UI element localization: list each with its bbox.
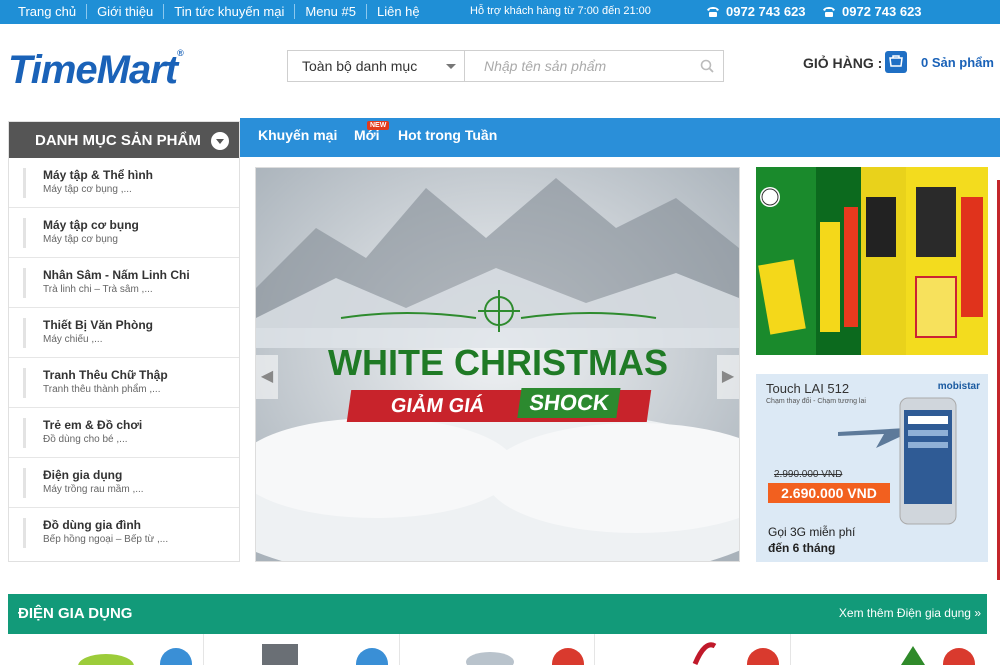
section-header-appliances: ĐIỆN GIA DỤNG Xem thêm Điện gia dụng »: [8, 594, 987, 634]
top-menu-5[interactable]: Menu #5: [295, 4, 367, 19]
hotline-1: 0972 743 623: [706, 4, 806, 19]
top-bar: Trang chủ Giới thiệu Tin tức khuyến mại …: [0, 0, 1000, 24]
sidebar-item-fitness[interactable]: Máy tập & Thể hình Máy tập cơ bụng ,...: [9, 158, 239, 208]
top-menu-home[interactable]: Trang chủ: [8, 4, 88, 19]
slider-subtitle: GIẢM GIÁ SHOCK: [346, 388, 652, 422]
sidebar-item-household[interactable]: Đồ dùng gia đình Bếp hồng ngoại – Bếp từ …: [9, 508, 239, 558]
ad-new-price: 2.690.000 VND: [768, 483, 890, 503]
search-bar: Toàn bộ danh mục: [287, 50, 724, 82]
chevron-down-icon: [446, 64, 456, 69]
sidebar-header[interactable]: DANH MỤC SẢN PHẨM: [9, 122, 239, 158]
ad-old-price: 2.990.000 VND: [774, 469, 843, 480]
category-sidebar: DANH MỤC SẢN PHẨM Máy tập & Thể hình Máy …: [8, 121, 240, 562]
cart-icon[interactable]: [885, 51, 907, 73]
view-more-link[interactable]: Xem thêm Điện gia dụng »: [839, 606, 981, 620]
section-title: ĐIỆN GIA DỤNG: [18, 605, 133, 622]
ad-brand-name: mobistar: [937, 381, 980, 392]
slider-prev-arrow[interactable]: ◀: [256, 355, 278, 399]
promo-slider[interactable]: WHITE CHRISTMAS GIẢM GIÁ SHOCK ◀ ▶: [255, 167, 740, 562]
site-header: TimeMart® Toàn bộ danh mục GIỎ HÀNG : 0 …: [0, 24, 1000, 117]
ad-promo-text: Gọi 3G miễn phí đến 6 tháng: [768, 525, 856, 555]
nav-hot-week[interactable]: Hot trong Tuần: [398, 127, 497, 143]
site-logo[interactable]: TimeMart®: [8, 48, 184, 93]
chevron-down-icon[interactable]: [211, 132, 229, 150]
product-card[interactable]: [791, 634, 987, 665]
top-menu: Trang chủ Giới thiệu Tin tức khuyến mại …: [8, 4, 430, 19]
product-thumbnail: [901, 646, 976, 665]
product-card[interactable]: [595, 634, 792, 665]
phone-icon: [823, 7, 835, 17]
search-input[interactable]: [466, 51, 688, 81]
nav-promotions[interactable]: Khuyến mại: [258, 127, 337, 143]
product-thumbnail: [261, 644, 388, 665]
sidebar-item-kids[interactable]: Trẻ em & Đồ chơi Đồ dùng cho bé ,...: [9, 408, 239, 458]
ad-tagline: Chạm thay đổi - Chạm tương lai: [766, 398, 866, 405]
support-hours: Hỗ trợ khách hàng từ 7:00 đến 21:00: [470, 5, 651, 17]
main-nav: Khuyến mại Mới NEW Hot trong Tuần: [240, 118, 1000, 157]
phone-image: [899, 397, 957, 525]
sidebar-item-ginseng[interactable]: Nhân Sâm - Nấm Linh Chi Trà linh chi – Tr…: [9, 258, 239, 308]
cart-label: GIỎ HÀNG :: [803, 55, 883, 71]
top-menu-about[interactable]: Giới thiệu: [87, 4, 165, 19]
sidebar-item-ab-trainer[interactable]: Máy tập cơ bụng Máy tập cơ bụng: [9, 208, 239, 258]
new-badge: NEW: [367, 121, 390, 130]
sidebar-item-appliances[interactable]: Điện gia dụng Máy trồng rau mầm ,...: [9, 458, 239, 508]
product-row: [8, 634, 987, 665]
top-menu-contact[interactable]: Liên hệ: [367, 4, 430, 19]
product-thumbnail: [693, 642, 780, 665]
sidebar-item-office[interactable]: Thiết Bị Văn Phòng Máy chiếu ,...: [9, 308, 239, 358]
ad-banner-image: [756, 167, 988, 355]
sidebar-item-cross-stitch[interactable]: Tranh Thêu Chữ Thập Tranh thêu thành phẩm…: [9, 358, 239, 408]
ad-banner-clearance[interactable]: [756, 167, 988, 355]
category-select[interactable]: Toàn bộ danh mục: [288, 51, 465, 81]
cart-count[interactable]: 0 Sản phẩm: [921, 55, 994, 70]
product-card[interactable]: [204, 634, 400, 665]
ad-phone-model: Touch LAI 512: [766, 381, 850, 396]
phone-icon: [707, 7, 719, 17]
product-card[interactable]: [8, 634, 204, 665]
ad-banner-mobistar[interactable]: Touch LAI 512 mobistar Chạm thay đổi - C…: [756, 374, 988, 562]
product-card[interactable]: [400, 634, 596, 665]
product-thumbnail: [78, 648, 192, 665]
product-thumbnail: [465, 648, 584, 665]
slider-title: WHITE CHRISTMAS: [328, 342, 668, 383]
search-icon[interactable]: [699, 58, 715, 74]
hotline-2: 0972 743 623: [822, 4, 922, 19]
slider-next-arrow[interactable]: ▶: [717, 355, 739, 399]
top-menu-news[interactable]: Tin tức khuyến mại: [164, 4, 296, 19]
